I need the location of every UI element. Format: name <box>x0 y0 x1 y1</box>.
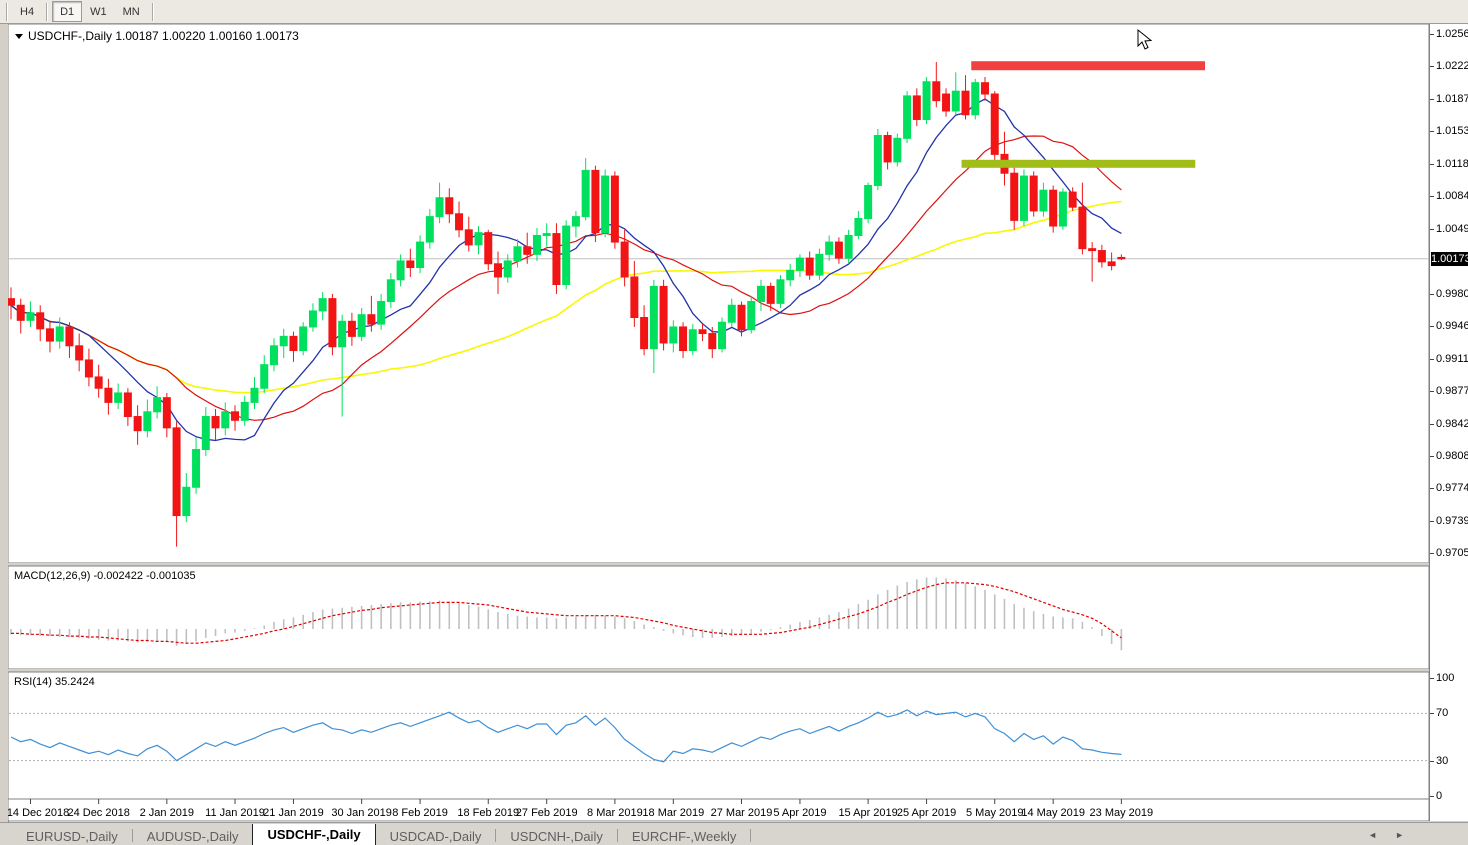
symbol-label: USDCHF-,Daily 1.00187 1.00220 1.00160 1.… <box>15 29 299 43</box>
svg-text:30 Jan 2019: 30 Jan 2019 <box>331 807 392 819</box>
svg-text:14 Dec 2018: 14 Dec 2018 <box>8 807 69 819</box>
svg-text:5 May 2019: 5 May 2019 <box>966 807 1023 819</box>
price-axis-label: 1.01870 <box>1436 93 1468 105</box>
symbol-tab-bar: EURUSD-,Daily AUDUSD-,Daily USDCHF-,Dail… <box>0 822 1468 845</box>
current-price-tag: 1.00173 <box>1431 252 1468 266</box>
toolbar-separator <box>152 3 154 21</box>
svg-text:USDCHF-,Daily 1.00187 1.00220: USDCHF-,Daily 1.00187 1.00220 1.00160 1.… <box>28 29 299 43</box>
svg-text:2 Jan 2019: 2 Jan 2019 <box>140 807 194 819</box>
axis-tick <box>1430 713 1434 714</box>
main-chart-svg[interactable]: USDCHF-,Daily 1.00187 1.00220 1.00160 1.… <box>8 24 1429 821</box>
price-axis-label: 1.02220 <box>1436 60 1468 72</box>
price-axis-label: 0.97740 <box>1436 482 1468 494</box>
support-line[interactable] <box>962 160 1196 168</box>
rsi-panel[interactable] <box>8 672 1429 799</box>
price-axis-label: 1.02560 <box>1436 28 1468 40</box>
tab-separator <box>750 829 751 842</box>
tab-eurusd-daily[interactable]: EURUSD-,Daily <box>12 826 132 845</box>
svg-text:27 Mar 2019: 27 Mar 2019 <box>711 807 773 819</box>
price-axis[interactable]: 1.02560 1.02220 1.01870 1.01530 1.01180 1.008… <box>1429 24 1468 821</box>
main-panel[interactable] <box>8 24 1429 563</box>
timeframe-toolbar: H4 D1 W1 MN <box>0 0 1468 24</box>
price-axis-label: 0.97050 <box>1436 547 1468 559</box>
axis-tick <box>1430 164 1434 165</box>
svg-text:18 Feb 2019: 18 Feb 2019 <box>457 807 519 819</box>
axis-tick <box>1430 488 1434 489</box>
toolbar-separator <box>46 3 48 21</box>
axis-tick <box>1430 678 1434 679</box>
tab-eurchf-weekly[interactable]: EURCHF-,Weekly <box>618 826 751 845</box>
axis-tick <box>1430 66 1434 67</box>
svg-text:18 Mar 2019: 18 Mar 2019 <box>642 807 704 819</box>
toolbar-separator <box>6 3 8 21</box>
macd-panel[interactable] <box>8 566 1429 669</box>
axis-tick <box>1430 131 1434 132</box>
mt4-terminal-window: H4 D1 W1 MN USDCHF-,Daily 1.00187 1.0022… <box>0 0 1468 845</box>
axis-tick <box>1430 326 1434 327</box>
svg-text:15 Apr 2019: 15 Apr 2019 <box>838 807 897 819</box>
price-axis-label: 0.97390 <box>1436 515 1468 527</box>
svg-text:23 May 2019: 23 May 2019 <box>1090 807 1154 819</box>
macd-label: MACD(12,26,9) -0.002422 -0.001035 <box>14 570 196 582</box>
svg-text:5 Apr 2019: 5 Apr 2019 <box>773 807 826 819</box>
price-axis-label: 0.99800 <box>1436 288 1468 300</box>
price-axis-label: 0.99110 <box>1436 353 1468 365</box>
tab-audusd-daily[interactable]: AUDUSD-,Daily <box>133 826 253 845</box>
axis-tick <box>1430 99 1434 100</box>
axis-tick <box>1430 34 1434 35</box>
rsi-axis-label: 100 <box>1436 672 1454 684</box>
tab-scrollers: ◄ ► <box>1368 823 1404 845</box>
axis-tick <box>1430 294 1434 295</box>
tab-usdcnh-daily[interactable]: USDCNH-,Daily <box>496 826 616 845</box>
axis-tick <box>1430 424 1434 425</box>
price-axis-label: 0.99460 <box>1436 320 1468 332</box>
axis-tick <box>1430 196 1434 197</box>
rsi-label: RSI(14) 35.2424 <box>14 676 95 688</box>
resistance-line[interactable] <box>971 61 1205 70</box>
rsi-axis-label: 70 <box>1436 707 1448 719</box>
svg-text:27 Feb 2019: 27 Feb 2019 <box>516 807 578 819</box>
price-axis-label: 0.98420 <box>1436 418 1468 430</box>
timeframe-button-w1[interactable]: W1 <box>82 1 115 22</box>
svg-text:14 May 2019: 14 May 2019 <box>1021 807 1085 819</box>
axis-tick <box>1430 761 1434 762</box>
axis-tick <box>1430 553 1434 554</box>
price-axis-label: 1.01180 <box>1436 158 1468 170</box>
timeframe-button-h4[interactable]: H4 <box>12 1 42 22</box>
axis-tick <box>1430 229 1434 230</box>
svg-text:8 Mar 2019: 8 Mar 2019 <box>587 807 643 819</box>
svg-text:25 Apr 2019: 25 Apr 2019 <box>897 807 956 819</box>
tab-usdcad-daily[interactable]: USDCAD-,Daily <box>376 826 496 845</box>
timeframe-button-d1[interactable]: D1 <box>52 1 82 22</box>
svg-text:8 Feb 2019: 8 Feb 2019 <box>392 807 448 819</box>
tab-usdchf-daily[interactable]: USDCHF-,Daily <box>252 824 375 845</box>
rsi-axis-label: 30 <box>1436 755 1448 767</box>
axis-tick <box>1430 391 1434 392</box>
axis-tick <box>1430 521 1434 522</box>
timeframe-button-mn[interactable]: MN <box>115 1 148 22</box>
svg-text:11 Jan 2019: 11 Jan 2019 <box>205 807 265 819</box>
price-axis-label: 1.00490 <box>1436 223 1468 235</box>
price-axis-label: 1.01530 <box>1436 125 1468 137</box>
tab-scroll-left-icon[interactable]: ◄ <box>1368 830 1377 840</box>
axis-tick <box>1430 359 1434 360</box>
svg-text:21 Jan 2019: 21 Jan 2019 <box>263 807 324 819</box>
price-axis-label: 0.98080 <box>1436 450 1468 462</box>
axis-tick <box>1430 796 1434 797</box>
rsi-axis-label: 0 <box>1436 790 1442 802</box>
svg-text:24 Dec 2018: 24 Dec 2018 <box>67 807 129 819</box>
price-axis-label: 1.00840 <box>1436 190 1468 202</box>
price-axis-label: 0.98770 <box>1436 385 1468 397</box>
tab-scroll-right-icon[interactable]: ► <box>1395 830 1404 840</box>
chart-window: USDCHF-,Daily 1.00187 1.00220 1.00160 1.… <box>0 24 1468 822</box>
axis-tick <box>1430 456 1434 457</box>
